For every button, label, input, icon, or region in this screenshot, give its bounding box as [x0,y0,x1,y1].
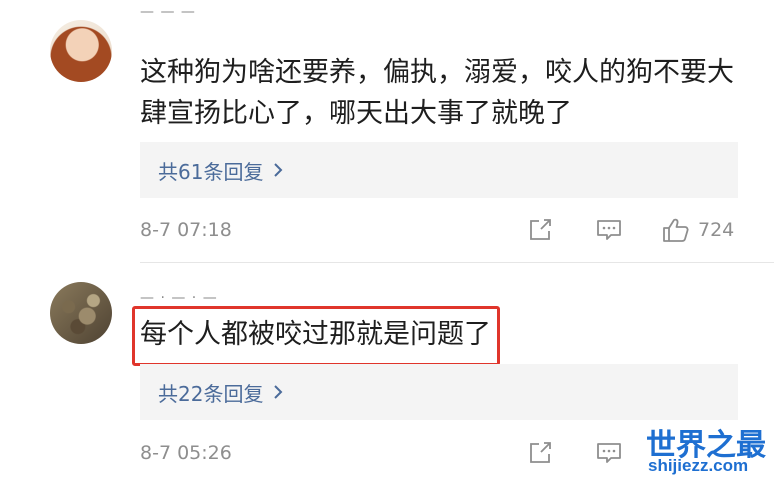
comment-button[interactable] [596,218,622,242]
chevron-right-icon [274,385,283,399]
timestamp: 8-7 05:26 [140,442,232,464]
site-watermark: 世界之最 shijiezz.com [646,420,770,478]
timestamp: 8-7 07:18 [140,219,232,241]
replies-label: 共61条回复 [158,159,264,184]
comment-icon [597,443,621,463]
watermark-url: shijiezz.com [648,456,749,475]
chevron-right-icon [274,163,283,177]
view-replies-link[interactable]: 共61条回复 [158,156,283,185]
share-button[interactable] [528,441,554,465]
share-icon [530,219,551,240]
replies-box[interactable]: 共61条回复 [140,142,738,198]
view-replies-link[interactable]: 共22条回复 [158,378,283,407]
like-count: 724 [698,219,735,241]
comment-meta: 8-7 07:18 724 [140,215,738,245]
highlight-box [132,306,500,366]
like-button[interactable]: 724 [662,217,734,243]
share-icon [530,442,551,463]
replies-box[interactable]: 共22条回复 [140,364,738,420]
comment-button[interactable] [596,441,622,465]
comment-icon [597,220,621,240]
replies-label: 共22条回复 [158,381,264,406]
comment-item: — — — 这种狗为啥还要养，偏执，溺爱，咬人的狗不要大肆宣扬比心了，哪天出大事… [0,0,774,262]
like-icon [663,218,689,242]
avatar[interactable] [50,20,112,82]
username[interactable]: — · — · — [140,290,218,306]
share-button[interactable] [528,218,554,242]
username[interactable]: — — — [140,4,196,20]
avatar[interactable] [50,282,112,344]
comment-actions: 724 [528,215,734,245]
comment-text: 这种狗为啥还要养，偏执，溺爱，咬人的狗不要大肆宣扬比心了，哪天出大事了就晚了 [140,57,734,129]
comment-actions [528,438,662,468]
